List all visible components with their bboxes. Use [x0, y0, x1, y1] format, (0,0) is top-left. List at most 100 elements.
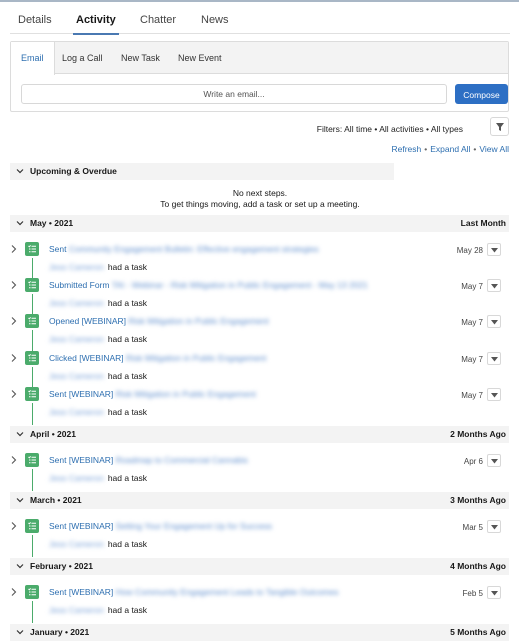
composer-tab-new-task[interactable]: New Task — [111, 42, 170, 74]
month-group-header[interactable]: April • 2021 2 Months Ago — [10, 426, 509, 443]
month-group-header[interactable]: March • 2021 3 Months Ago — [10, 492, 509, 509]
item-menu-button[interactable] — [487, 454, 501, 467]
activity-subject: Risk Mitigation in Public Engagement — [126, 353, 267, 363]
tab-activity[interactable]: Activity — [73, 14, 119, 35]
caret-down-icon — [491, 247, 498, 252]
timeline-line — [31, 258, 33, 280]
contact-link[interactable]: Jess Cameron — [49, 298, 104, 308]
activity-action: Sent [WEBINAR] — [49, 389, 114, 399]
activity-title-link[interactable]: Sent [WEBINAR] Risk Mitigation in Public… — [49, 389, 256, 399]
timeline-item: Clicked [WEBINAR] Risk Mitigation in Pub… — [10, 351, 510, 389]
activity-title-link[interactable]: Sent [WEBINAR] Setting Your Engagement U… — [49, 521, 272, 531]
activity-action: Submitted Form — [49, 280, 110, 290]
caret-down-icon — [491, 319, 498, 324]
contact-link[interactable]: Jess Cameron — [49, 473, 104, 483]
chevron-right-icon[interactable] — [11, 389, 17, 399]
item-menu-button[interactable] — [487, 243, 501, 256]
activity-subject: Risk Mitigation in Public Engagement — [115, 389, 256, 399]
item-menu-button[interactable] — [487, 352, 501, 365]
email-input[interactable]: Write an email... — [21, 84, 447, 104]
activity-suffix: had a task — [107, 334, 148, 344]
tab-chatter[interactable]: Chatter — [140, 14, 176, 26]
activity-subject: TAI - Webinar - Risk Mitigation in Publi… — [111, 280, 368, 290]
chevron-right-icon[interactable] — [11, 455, 17, 465]
chevron-right-icon[interactable] — [11, 280, 17, 290]
chevron-right-icon[interactable] — [11, 244, 17, 254]
separator: • — [473, 144, 477, 154]
chevron-right-icon[interactable] — [11, 353, 17, 363]
activity-subject: Risk Mitigation in Public Engagement — [128, 316, 269, 326]
chevron-down-icon — [16, 630, 24, 635]
item-menu-button[interactable] — [487, 388, 501, 401]
item-menu-button[interactable] — [487, 586, 501, 599]
activity-title-link[interactable]: Clicked [WEBINAR] Risk Mitigation in Pub… — [49, 353, 266, 363]
activity-action: Opened [WEBINAR] — [49, 316, 127, 326]
task-icon — [25, 314, 39, 328]
composer-tab-email[interactable]: Email — [11, 42, 55, 75]
activity-suffix: had a task — [107, 473, 148, 483]
composer-tabs: Email Log a Call New Task New Event — [11, 42, 508, 75]
contact-link[interactable]: Jess Cameron — [49, 334, 104, 344]
activity-suffix: had a task — [107, 298, 148, 308]
chevron-right-icon[interactable] — [11, 587, 17, 597]
activity-subtitle: Jess Cameron had a task — [49, 539, 147, 549]
timeline-line — [31, 601, 33, 623]
activity-suffix: had a task — [107, 539, 148, 549]
activity-title-link[interactable]: Submitted Form TAI - Webinar - Risk Miti… — [49, 280, 368, 290]
view-all-link[interactable]: View All — [479, 144, 509, 154]
compose-button[interactable]: Compose — [455, 84, 508, 104]
contact-link[interactable]: Jess Cameron — [49, 407, 104, 417]
activity-subject: Setting Your Engagement Up for Success — [115, 521, 273, 531]
filter-button[interactable] — [490, 117, 509, 136]
activity-title-link[interactable]: Sent Community Engagement Bulletin: Effe… — [49, 244, 319, 254]
activity-date: Apr 6 — [463, 457, 483, 466]
caret-down-icon — [491, 524, 498, 529]
timeline-item: Sent [WEBINAR] Risk Mitigation in Public… — [10, 387, 510, 425]
contact-link[interactable]: Jess Cameron — [49, 605, 104, 615]
activity-title-link[interactable]: Sent [WEBINAR] How Community Engagement … — [49, 587, 338, 597]
tab-details[interactable]: Details — [18, 14, 52, 26]
activity-composer: Email Log a Call New Task New Event Writ… — [10, 41, 509, 112]
month-group-header[interactable]: February • 2021 4 Months Ago — [10, 558, 509, 575]
task-icon — [25, 351, 39, 365]
empty-state-message: To get things moving, add a task or set … — [160, 199, 360, 209]
caret-down-icon — [491, 356, 498, 361]
item-menu-button[interactable] — [487, 315, 501, 328]
upcoming-overdue-header[interactable]: Upcoming & Overdue — [10, 163, 394, 180]
composer-tab-log-call[interactable]: Log a Call — [52, 42, 113, 74]
activity-subject: Roadmap to Commercial Cannabis — [115, 455, 248, 465]
item-menu-button[interactable] — [487, 520, 501, 533]
refresh-link[interactable]: Refresh — [391, 144, 421, 154]
activity-subtitle: Jess Cameron had a task — [49, 262, 147, 272]
activity-suffix: had a task — [107, 407, 148, 417]
caret-down-icon — [491, 283, 498, 288]
empty-state-title: No next steps. — [232, 188, 288, 198]
contact-link[interactable]: Jess Cameron — [49, 262, 104, 272]
task-icon — [25, 585, 39, 599]
expand-all-link[interactable]: Expand All — [430, 144, 470, 154]
composer-tab-new-event[interactable]: New Event — [168, 42, 232, 74]
activity-date: May 7 — [461, 391, 483, 400]
activity-title-link[interactable]: Opened [WEBINAR] Risk Mitigation in Publ… — [49, 316, 269, 326]
activity-subject: How Community Engagement Leads to Tangib… — [115, 587, 339, 597]
tab-news[interactable]: News — [201, 14, 229, 26]
task-icon — [25, 278, 39, 292]
activity-title-link[interactable]: Sent [WEBINAR] Roadmap to Commercial Can… — [49, 455, 248, 465]
group-title: Upcoming & Overdue — [30, 166, 117, 176]
activity-suffix: had a task — [107, 371, 148, 381]
contact-link[interactable]: Jess Cameron — [49, 539, 104, 549]
timeline-item: Opened [WEBINAR] Risk Mitigation in Publ… — [10, 314, 510, 352]
contact-link[interactable]: Jess Cameron — [49, 371, 104, 381]
activity-date: May 7 — [461, 318, 483, 327]
chevron-right-icon[interactable] — [11, 316, 17, 326]
filter-icon — [496, 123, 504, 131]
timeline-links: Refresh • Expand All • View All — [391, 144, 509, 154]
timeline-line — [31, 294, 33, 316]
item-menu-button[interactable] — [487, 279, 501, 292]
chevron-right-icon[interactable] — [11, 521, 17, 531]
group-title: February • 2021 — [30, 561, 93, 571]
month-group-header[interactable]: May • 2021 Last Month — [10, 215, 509, 232]
record-tabs: Details Activity Chatter News — [10, 2, 510, 35]
separator: • — [424, 144, 428, 154]
group-relative-date: Last Month — [460, 218, 506, 228]
